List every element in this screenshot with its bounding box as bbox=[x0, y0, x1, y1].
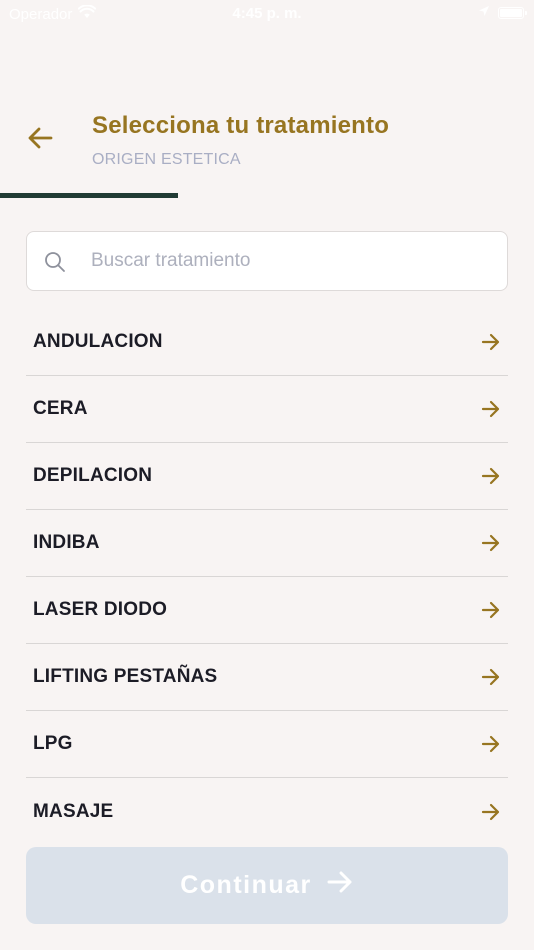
status-bar: Operador 4:45 p. m. bbox=[0, 0, 534, 28]
arrow-right-icon bbox=[480, 733, 502, 755]
arrow-left-icon bbox=[27, 127, 53, 154]
treatment-item[interactable]: LASER DIODO bbox=[26, 577, 508, 644]
treatment-list: ANDULACION CERA DEPILACION INDIBA LASER DIOD… bbox=[26, 309, 508, 845]
status-time: 4:45 p. m. bbox=[232, 5, 302, 22]
progress-bar bbox=[0, 193, 534, 198]
treatment-item[interactable]: DEPILACION bbox=[26, 443, 508, 510]
business-name: ORIGEN ESTETICA bbox=[92, 151, 241, 168]
page-title: Selecciona tu tratamiento bbox=[92, 112, 390, 139]
search-box[interactable] bbox=[26, 231, 508, 291]
arrow-right-icon bbox=[480, 331, 502, 353]
back-button[interactable] bbox=[22, 122, 58, 158]
arrow-right-icon bbox=[480, 398, 502, 420]
search-input[interactable] bbox=[91, 242, 491, 280]
location-icon bbox=[478, 4, 490, 21]
arrow-right-icon bbox=[326, 870, 354, 901]
treatment-item[interactable]: LIFTING PESTAÑAS bbox=[26, 644, 508, 711]
header: Selecciona tu tratamiento ORIGEN ESTETIC… bbox=[0, 108, 534, 188]
treatment-label: DEPILACION bbox=[33, 465, 153, 486]
treatment-label: LPG bbox=[33, 733, 73, 754]
status-right bbox=[478, 4, 527, 21]
arrow-right-icon bbox=[480, 801, 502, 823]
arrow-right-icon bbox=[480, 465, 502, 487]
arrow-right-icon bbox=[480, 532, 502, 554]
progress-fill bbox=[0, 193, 178, 198]
arrow-right-icon bbox=[480, 599, 502, 621]
treatment-item[interactable]: ANDULACION bbox=[26, 309, 508, 376]
treatment-label: LIFTING PESTAÑAS bbox=[33, 666, 218, 687]
treatment-label: LASER DIODO bbox=[33, 599, 168, 620]
treatment-label: INDIBA bbox=[33, 532, 100, 553]
treatment-label: MASAJE bbox=[33, 800, 114, 822]
treatment-item[interactable]: CERA bbox=[26, 376, 508, 443]
treatment-item[interactable]: MASAJE bbox=[26, 778, 508, 845]
search-icon bbox=[43, 250, 67, 274]
arrow-right-icon bbox=[480, 666, 502, 688]
treatment-label: CERA bbox=[33, 398, 88, 419]
treatment-item[interactable]: LPG bbox=[26, 711, 508, 778]
continue-label: Continuar bbox=[180, 871, 312, 899]
treatment-label: ANDULACION bbox=[33, 331, 163, 352]
battery-icon bbox=[498, 6, 527, 19]
continue-button[interactable]: Continuar bbox=[26, 847, 508, 924]
treatment-item[interactable]: INDIBA bbox=[26, 510, 508, 577]
